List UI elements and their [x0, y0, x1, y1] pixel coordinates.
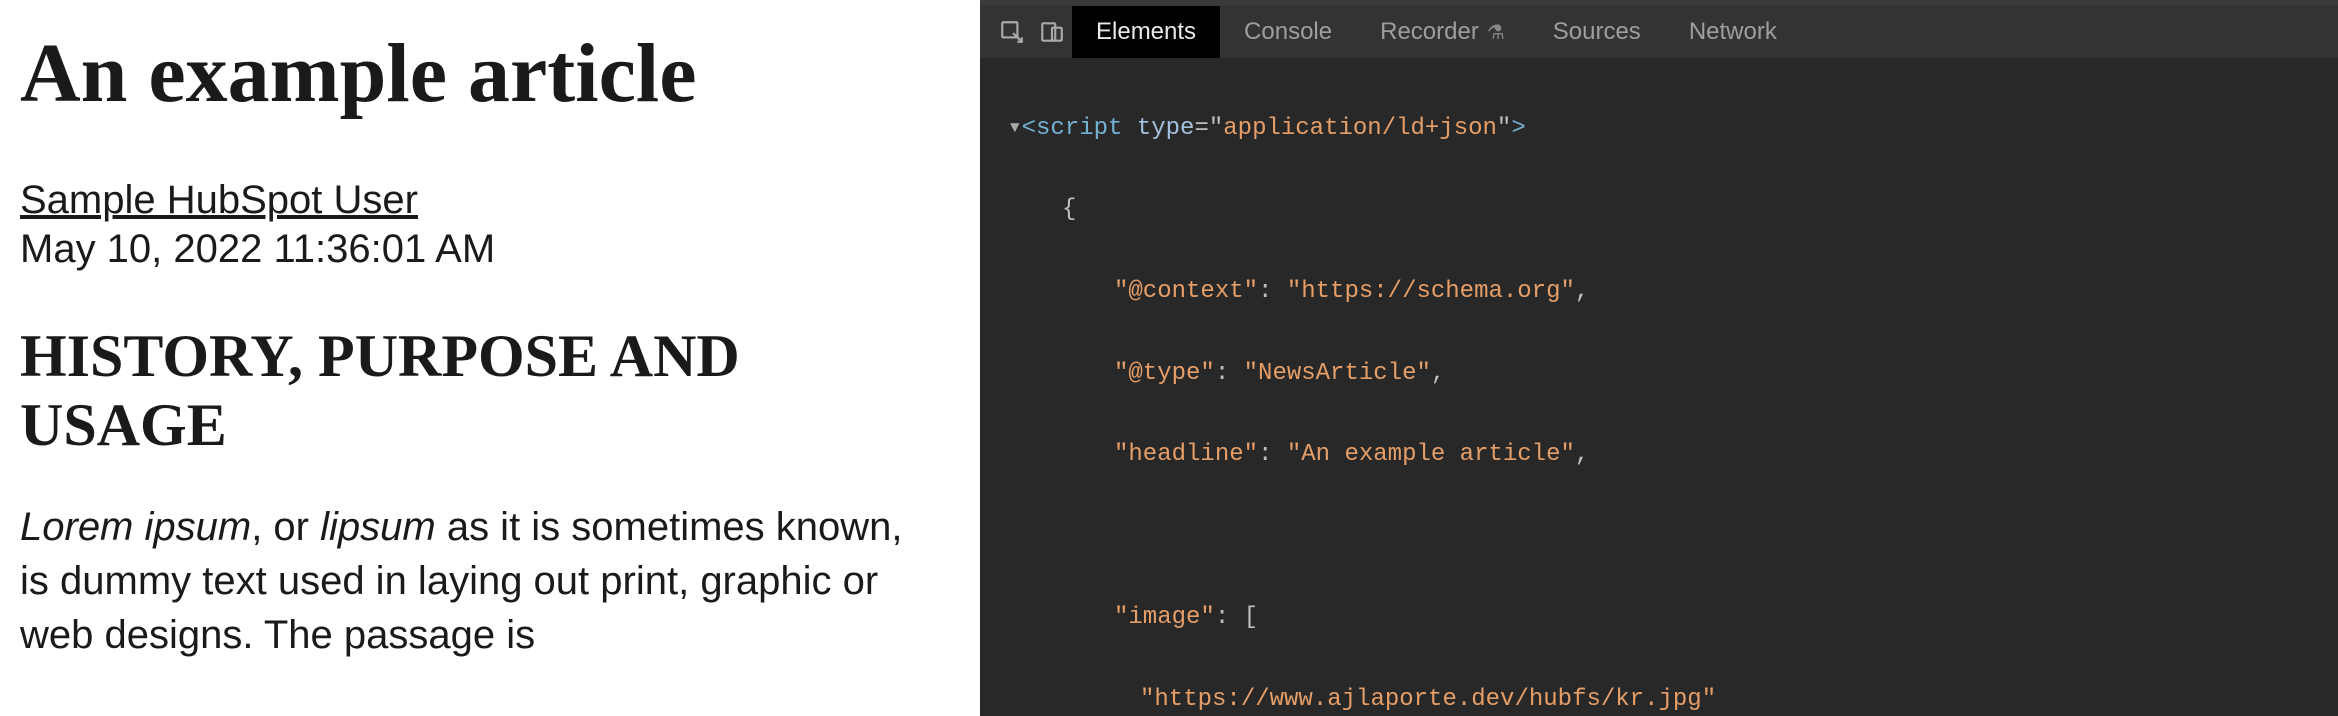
tab-sources[interactable]: Sources: [1529, 6, 1665, 58]
inspect-element-icon[interactable]: [992, 12, 1032, 52]
body-paragraph: Lorem ipsum, or lipsum as it is sometime…: [20, 500, 940, 662]
tab-label: Console: [1244, 18, 1332, 46]
code-brace: {: [1062, 196, 1076, 223]
code-json-str: "An example article": [1287, 441, 1575, 468]
body-italic-text: lipsum: [320, 505, 436, 549]
elements-source-panel[interactable]: ▼<script type="application/ld+json"> { "…: [980, 58, 2338, 716]
section-heading: HISTORY, PURPOSE AND USAGE: [20, 322, 960, 460]
tab-label: Elements: [1096, 18, 1196, 46]
code-bracket: [: [1244, 604, 1258, 631]
tab-label: Sources: [1553, 18, 1641, 46]
body-italic-text: Lorem ipsum: [20, 505, 251, 549]
article-title: An example article: [20, 30, 960, 118]
code-json-key: "@context": [1114, 278, 1258, 305]
tab-recorder[interactable]: Recorder ⚗: [1356, 6, 1529, 58]
author-link[interactable]: Sample HubSpot User: [20, 178, 418, 223]
code-json-key: "image": [1114, 604, 1215, 631]
publish-date: May 10, 2022 11:36:01 AM: [20, 227, 960, 272]
tab-console[interactable]: Console: [1220, 6, 1356, 58]
code-json-str: "https://www.ajlaporte.dev/hubfs/kr.jpg": [1140, 686, 1716, 713]
code-json-key: "@type": [1114, 360, 1215, 387]
code-json-str: "NewsArticle": [1244, 360, 1431, 387]
tab-network[interactable]: Network: [1665, 6, 1801, 58]
code-attr-name: type: [1137, 115, 1195, 142]
code-attr-value: application/ld+json: [1223, 115, 1497, 142]
tab-label: Network: [1689, 18, 1777, 46]
flask-icon: ⚗: [1487, 20, 1505, 45]
disclosure-caret-icon[interactable]: ▼: [1010, 115, 1020, 142]
tab-label: Recorder: [1380, 18, 1479, 46]
article-pane: An example article Sample HubSpot User M…: [0, 0, 980, 716]
devtools-pane: Elements Console Recorder ⚗ Sources Netw…: [980, 0, 2338, 716]
body-text-span: , or: [251, 505, 320, 549]
device-toggle-icon[interactable]: [1032, 12, 1072, 52]
devtools-tabbar: Elements Console Recorder ⚗ Sources Netw…: [980, 6, 2338, 58]
code-json-key: "headline": [1114, 441, 1258, 468]
code-json-str: "https://schema.org": [1287, 278, 1575, 305]
tab-elements[interactable]: Elements: [1072, 6, 1220, 58]
code-tag: script: [1036, 115, 1122, 142]
